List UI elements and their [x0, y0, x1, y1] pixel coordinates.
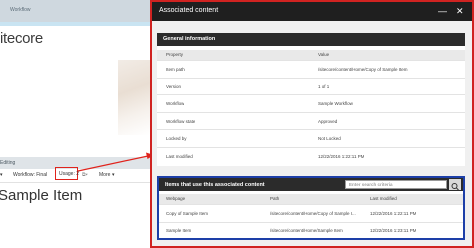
usage-section-title: Items that use this associated content	[165, 182, 265, 188]
webpage-cell: Sample Item	[166, 228, 192, 233]
table-row: Workflow state Approved	[157, 113, 465, 130]
general-info-section: General information Property Value Item …	[157, 33, 465, 166]
usage-section: Items that use this associated content E…	[157, 176, 465, 240]
table-row: Locked by Not Locked	[157, 130, 465, 148]
table-row: Last modified 12/22/2016 1:22:11 PM	[157, 148, 465, 165]
usage-section-header: Items that use this associated content E…	[159, 178, 463, 191]
table-row[interactable]: Sample Item /sitecore/content/Home/Sampl…	[159, 223, 463, 238]
modified-cell: 12/22/2016 1:23:11 PM	[370, 228, 417, 233]
property-label: Version	[166, 84, 182, 89]
table-row: Item path /sitecore/content/Home/Copy of…	[157, 61, 465, 79]
general-info-title: General information	[163, 36, 216, 42]
table-row: Version 1 of 1	[157, 79, 465, 95]
path-cell: /sitecore/content/Home/Copy of Sample I.…	[270, 211, 356, 216]
column-webpage: Webpage	[166, 196, 186, 201]
property-label: Workflow state	[166, 119, 196, 124]
general-info-header: General information	[157, 33, 465, 46]
property-value: 12/22/2016 1:22:11 PM	[318, 154, 365, 159]
modified-cell: 12/22/2016 1:22:11 PM	[370, 211, 417, 216]
property-label: Last modified	[166, 154, 193, 159]
search-input[interactable]: Enter search criteria	[345, 180, 447, 189]
property-value: Sample Workflow	[318, 101, 353, 106]
general-info-column-header: Property Value	[157, 50, 465, 61]
property-label: Workflow	[166, 101, 185, 106]
close-icon[interactable]: ✕	[456, 6, 464, 16]
webpage-cell: Copy of Sample Item	[166, 211, 209, 216]
table-row: Workflow Sample Workflow	[157, 95, 465, 113]
minimize-icon[interactable]: —	[438, 6, 447, 16]
panel-title: Associated content	[159, 7, 219, 14]
property-value: 1 of 1	[318, 84, 330, 89]
column-path: Path	[270, 196, 280, 201]
table-row[interactable]: Copy of Sample Item /sitecore/content/Ho…	[159, 205, 463, 223]
property-value: /sitecore/content/Home/Copy of Sample It…	[318, 67, 408, 72]
column-last-modified: Last modified	[370, 196, 397, 201]
column-property: Property	[166, 52, 184, 57]
search-placeholder: Enter search criteria	[349, 182, 393, 187]
property-value: Approved	[318, 119, 338, 124]
search-button[interactable]	[449, 179, 461, 191]
property-value: Not Locked	[318, 136, 341, 141]
property-label: Locked by	[166, 136, 187, 141]
usage-column-header: Webpage Path Last modified	[159, 194, 463, 205]
search-icon	[451, 183, 459, 191]
column-value: Value	[318, 52, 330, 57]
property-label: Item path	[166, 67, 185, 72]
path-cell: /sitecore/content/Home/Sample Item	[270, 228, 343, 233]
